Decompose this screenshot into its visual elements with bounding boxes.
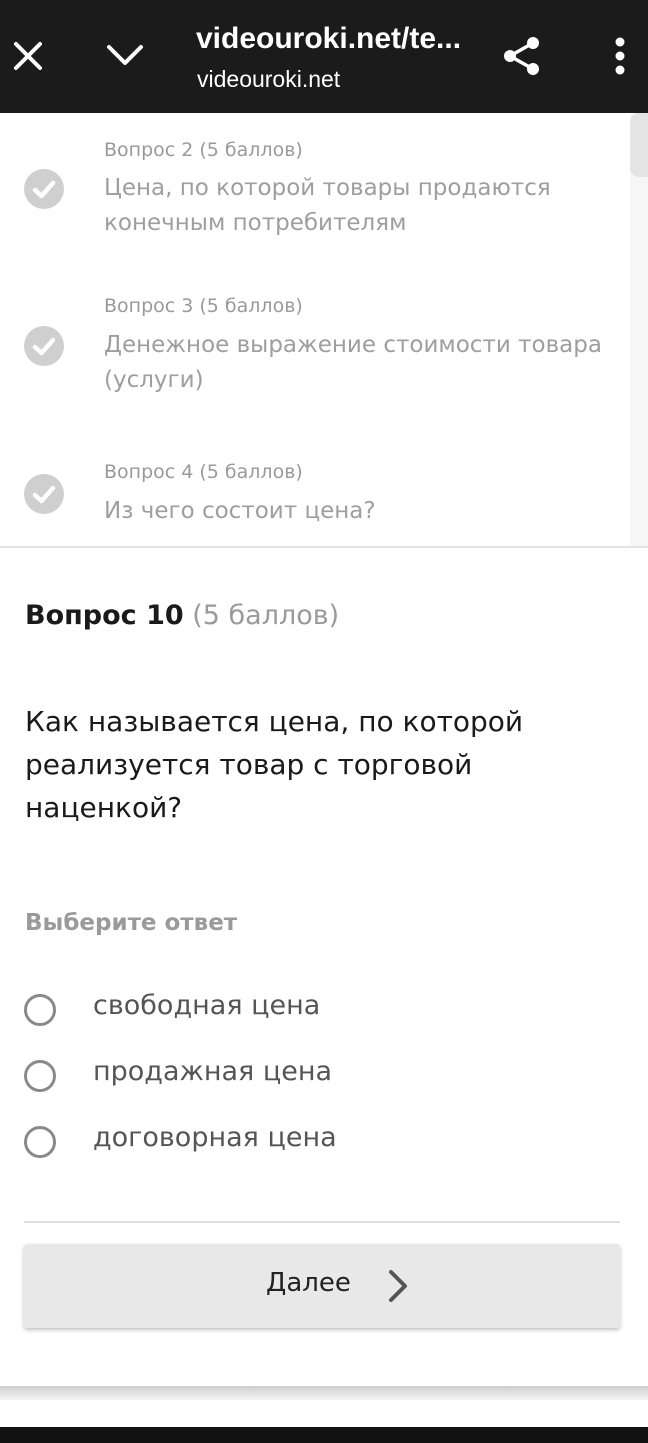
chevron-down-icon[interactable] <box>104 38 146 74</box>
radio-button[interactable] <box>24 994 56 1026</box>
question-title: Вопрос 10 (5 баллов) <box>25 600 339 631</box>
answered-question-header: Вопрос 2 (5 баллов) <box>104 139 303 161</box>
scrollbar-thumb[interactable] <box>630 113 648 177</box>
radio-button[interactable] <box>24 1060 56 1092</box>
system-bottom-bar <box>0 1427 648 1443</box>
answered-question-text: Цена, по которой товары продаются конечн… <box>104 175 551 236</box>
question-number: Вопрос 10 <box>25 600 184 631</box>
question-points: (5 баллов) <box>192 600 340 631</box>
check-circle-icon <box>24 169 64 209</box>
answered-question-header: Вопрос 4 (5 баллов) <box>104 461 303 483</box>
browser-toolbar: videouroki.net/te... videouroki.net <box>0 0 648 113</box>
url-domain: videouroki.net <box>197 66 341 92</box>
choose-answer-label: Выберите ответ <box>25 910 238 936</box>
more-vertical-icon[interactable] <box>608 34 632 78</box>
next-button[interactable]: Далее <box>24 1244 620 1328</box>
answer-option-label[interactable]: свободная цена <box>93 990 320 1021</box>
answer-option[interactable]: свободная цена <box>24 988 604 1036</box>
check-circle-icon <box>24 326 64 366</box>
answer-option-label[interactable]: продажная цена <box>93 1056 332 1087</box>
card-bottom-shadow <box>0 1386 648 1400</box>
radio-button[interactable] <box>24 1126 56 1158</box>
answered-questions-list[interactable]: Вопрос 2 (5 баллов) Цена, по которой тов… <box>0 113 648 548</box>
close-icon[interactable] <box>8 36 48 76</box>
question-text: Как называется цена, по которой реализуе… <box>25 705 524 824</box>
answer-option-label[interactable]: договорная цена <box>93 1122 337 1153</box>
answered-question-text: Денежное выражение стоимости товара (усл… <box>104 332 602 393</box>
chevron-right-icon <box>386 1268 410 1304</box>
answer-option[interactable]: продажная цена <box>24 1054 604 1102</box>
next-button-label: Далее <box>266 1268 351 1298</box>
divider <box>24 1221 620 1223</box>
share-icon[interactable] <box>500 34 544 78</box>
answer-option[interactable]: договорная цена <box>24 1120 604 1168</box>
scrollbar-track[interactable] <box>630 113 648 546</box>
url-title[interactable]: videouroki.net/te... <box>196 22 476 56</box>
check-circle-icon <box>24 474 64 514</box>
answered-question-header: Вопрос 3 (5 баллов) <box>104 295 303 317</box>
answered-question-text: Из чего состоит цена? <box>104 498 376 524</box>
